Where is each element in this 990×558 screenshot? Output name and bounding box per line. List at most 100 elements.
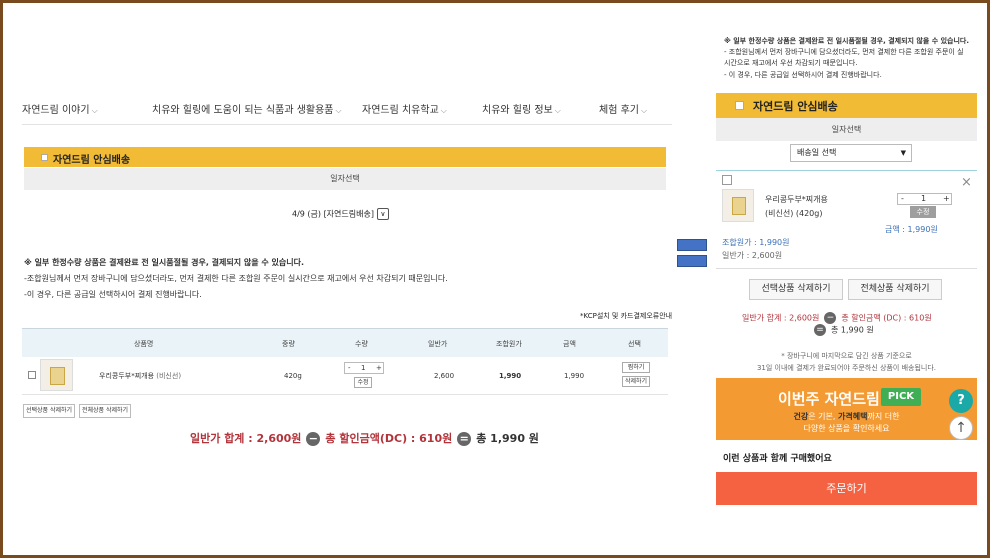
quantity-value[interactable]: 1	[361, 363, 365, 373]
right-notice-line: 시간으로 재고에서 우선 차감되기 때문입니다.	[724, 59, 858, 67]
header-amount: 금액	[563, 340, 576, 348]
product-thumbnail[interactable]	[40, 359, 73, 391]
minus-button[interactable]: -	[901, 194, 904, 203]
nav-item-reviews[interactable]: 체험 후기 ⌵	[599, 101, 647, 116]
minus-button[interactable]: -	[348, 363, 351, 373]
top-nav: 자연드림 이야기 ⌵ 치유와 힐링에 도움이 되는 식품과 생활용품 ⌵ 자연드림 …	[22, 101, 672, 125]
right-delivery-placeholder: 배송일 선택	[797, 148, 837, 157]
header-qty: 수량	[355, 340, 368, 348]
right-product-sub: (비신선) (420g)	[765, 209, 823, 218]
banner-title: 자연드림 안심배송	[53, 155, 131, 166]
delete-selected-button[interactable]: 선택상품 삭제하기	[23, 404, 75, 418]
right-delivery-date-select[interactable]: 배송일 선택 ▼	[790, 144, 912, 162]
normal-total: 일반가 합계 : 2,600원	[190, 432, 302, 445]
right-amount: 금액 : 1,990원	[885, 225, 938, 234]
select-all-checkbox[interactable]	[41, 154, 48, 161]
right-safe-delivery-banner: 자연드림 안심배송	[716, 93, 977, 118]
pick-badge: PICK	[881, 388, 921, 406]
right-final-total-wrap: = 총 1,990 원	[814, 324, 874, 336]
pick-heading: 이번주 자연드림	[778, 390, 880, 408]
header-member-price: 조합원가	[496, 340, 522, 348]
nav-item-story[interactable]: 자연드림 이야기 ⌵	[22, 101, 98, 116]
divider	[716, 268, 977, 269]
right-product-thumbnail[interactable]	[722, 189, 754, 222]
header-product: 상품명	[134, 340, 154, 348]
delete-button[interactable]: 삭제하기	[622, 376, 650, 387]
cart-note-line: 31일 이내에 결제가 완료되어야 주문하신 상품이 배송됩니다.	[756, 364, 937, 372]
pick-line-2: 다양한 상품을 확인하세요	[803, 424, 890, 433]
product-name[interactable]: 우리콩두부*찌개용 (비신선)	[99, 371, 181, 381]
right-notice-line: - 이 경우, 다른 공급일 선택하시어 결제 진행바랍니다.	[724, 71, 882, 79]
product-weight: 420g	[284, 372, 302, 380]
notice-line: -조합원님께서 먼저 장바구니에 담으셨더라도, 먼저 결제한 다른 조합원 주…	[24, 274, 448, 283]
amount: 1,990	[564, 372, 585, 380]
minus-icon: −	[306, 432, 321, 446]
nav-item-school[interactable]: 자연드림 치유학교 ⌵	[362, 101, 447, 116]
member-price: 1,990	[499, 372, 522, 380]
normal-price: 2,600	[434, 372, 455, 380]
chevron-down-icon: ⌵	[91, 106, 98, 115]
marker-box	[677, 255, 707, 267]
equals-icon: =	[814, 324, 826, 336]
safe-delivery-banner: 자연드림 안심배송	[24, 147, 666, 167]
nav-item-info[interactable]: 치유와 힐링 정보 ⌵	[482, 101, 561, 116]
right-normal-price: 일반가 : 2,600원	[722, 251, 783, 260]
quantity-stepper[interactable]: - 1 +	[344, 362, 384, 374]
header-normal-price: 일반가	[428, 340, 448, 348]
right-banner-title: 자연드림 안심배송	[753, 100, 838, 113]
order-summary: 일반가 합계 : 2,600원 − 총 할인금액(DC) : 610원 = 총 1,99…	[190, 430, 539, 446]
discount-total: 총 할인금액(DC) : 610원	[325, 432, 453, 445]
notice-line: ※ 일부 한정수량 상품은 결제완료 전 일시품절될 경우, 결제되지 않을 수…	[24, 258, 305, 267]
wishlist-button[interactable]: 찜하기	[622, 362, 650, 373]
table-header: 상품명 중량 수량 일반가 조합원가 금액 선택	[22, 328, 668, 357]
right-quantity-stepper[interactable]: - 1 +	[897, 193, 952, 205]
help-icon[interactable]: ?	[949, 389, 973, 413]
row-checkbox[interactable]	[28, 371, 36, 379]
right-day-select-label: 일자선택	[716, 118, 977, 141]
right-item-checkbox[interactable]	[722, 175, 732, 185]
delivery-date-select[interactable]: 4/9 (금) [자연드림배송] ∨	[292, 208, 389, 220]
divider	[716, 170, 977, 171]
right-delete-all-button[interactable]: 전체상품 삭제하기	[848, 279, 942, 300]
day-select-label: 일자선택	[24, 168, 666, 190]
also-bought-heading: 이런 상품과 함께 구매했어요	[723, 454, 832, 464]
chevron-down-icon: ⌵	[335, 106, 342, 115]
header-select: 선택	[628, 340, 641, 348]
right-select-all-checkbox[interactable]	[735, 101, 744, 110]
right-order-summary: 일반가 합계 : 2,600원 − 총 할인금액 (DC) : 610원	[742, 312, 932, 324]
cart-note-line: * 장바구니에 마지막으로 담긴 상품 기준으로	[781, 352, 912, 360]
chevron-down-icon: ⌵	[440, 106, 447, 115]
right-discount-total: 총 할인금액 (DC) : 610원	[841, 313, 932, 323]
nav-item-products[interactable]: 치유와 힐링에 도움이 되는 식품과 생활용품 ⌵	[152, 101, 342, 116]
right-member-price: 조합원가 : 1,990원	[722, 238, 790, 247]
chevron-down-icon[interactable]: ∨	[376, 208, 389, 220]
right-normal-total: 일반가 합계 : 2,600원	[742, 313, 820, 323]
table-row: 우리콩두부*찌개용 (비신선) 420g - 1 + 수정 2,600 1,99…	[22, 357, 668, 395]
scroll-top-icon[interactable]: ↑	[949, 416, 973, 440]
chevron-down-icon: ⌵	[554, 106, 561, 115]
close-icon[interactable]: ×	[961, 175, 972, 190]
kcp-guide-link[interactable]: *KCP설치 및 카드결제오류안내	[580, 311, 672, 321]
chevron-down-icon: ⌵	[640, 106, 648, 115]
right-notice-line: ※ 일부 한정수량 상품은 결제완료 전 일시품절될 경우, 결제되지 않을 수…	[724, 37, 970, 45]
equals-icon: =	[457, 432, 472, 446]
plus-button[interactable]: +	[376, 363, 382, 373]
right-product-name[interactable]: 우리콩두부*찌개용	[765, 194, 828, 205]
right-quantity-apply-button[interactable]: 수정	[910, 206, 936, 218]
quantity-value[interactable]: 1	[921, 194, 926, 203]
notice-line: -이 경우, 다른 공급일 선택하시어 결제 진행바랍니다.	[24, 290, 202, 299]
right-delete-selected-button[interactable]: 선택상품 삭제하기	[749, 279, 843, 300]
quantity-apply-button[interactable]: 수정	[354, 377, 372, 388]
final-total: 총 1,990 원	[476, 432, 539, 445]
minus-icon: −	[824, 312, 837, 324]
weekly-pick-banner[interactable]: 이번주 자연드림 PICK 건강은 기본, 가격혜택까지 더한 다양한 상품을 …	[716, 378, 977, 440]
delivery-date-value: 4/9 (금) [자연드림배송]	[292, 209, 374, 219]
marker-box	[677, 239, 707, 251]
right-notice-line: - 조합원님께서 먼저 장바구니에 담으셨더라도, 먼저 결제한 다른 조합원 …	[724, 48, 964, 56]
pick-line-1: 건강은 기본, 가격혜택까지 더한	[793, 412, 900, 421]
delete-all-button[interactable]: 전체상품 삭제하기	[79, 404, 131, 418]
plus-button[interactable]: +	[943, 194, 950, 203]
dropdown-arrow-icon: ▼	[900, 149, 906, 157]
header-weight: 중량	[282, 340, 295, 348]
order-button[interactable]: 주문하기	[716, 472, 977, 505]
